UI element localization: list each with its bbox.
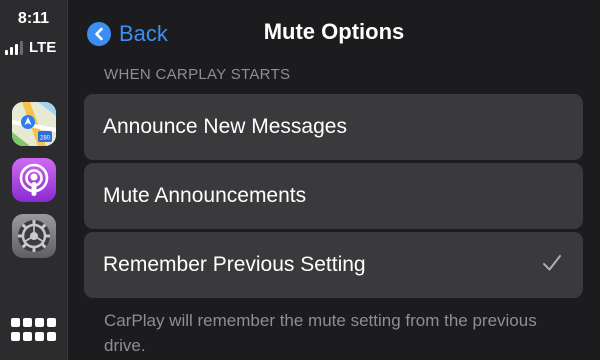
option-label: Mute Announcements [103,184,307,207]
grid-dot [23,332,32,341]
maps-icon[interactable]: 280 [12,102,56,146]
grid-dot [23,318,32,327]
network-type: LTE [29,39,57,56]
grid-dot [47,332,56,341]
settings-gear-icon[interactable] [12,214,56,258]
grid-dot [47,318,56,327]
sidebar: 8:11 LTE 280 [0,0,67,360]
chevron-left-icon [87,22,111,46]
back-button[interactable]: Back [87,20,168,48]
back-label: Back [119,21,168,46]
status-time: 8:11 [17,10,50,27]
checkmark-icon [541,252,563,274]
option-label: Remember Previous Setting [103,253,366,276]
page-title: Mute Options [263,19,405,44]
signal-bar-1 [5,50,8,55]
option-remember-previous-setting[interactable]: Remember Previous Setting [84,232,583,298]
svg-text:280: 280 [40,136,51,142]
grid-dot [35,318,44,327]
signal-bar-4 [20,41,23,55]
signal-bar-2 [10,47,13,55]
option-mute-announcements[interactable]: Mute Announcements [84,163,583,229]
option-announce-new-messages[interactable]: Announce New Messages [84,94,583,160]
app-grid-icon[interactable] [11,318,57,344]
signal-status: LTE [5,37,56,55]
grid-dot [35,332,44,341]
section-footer: CarPlay will remember the mute setting f… [104,311,537,355]
signal-bar-3 [15,44,18,55]
podcasts-icon[interactable] [12,158,56,202]
sidebar-divider [67,0,68,360]
option-label: Announce New Messages [103,115,347,138]
grid-dot [11,318,20,327]
section-header: WHEN CARPLAY STARTS [104,66,291,83]
grid-dot [11,332,20,341]
